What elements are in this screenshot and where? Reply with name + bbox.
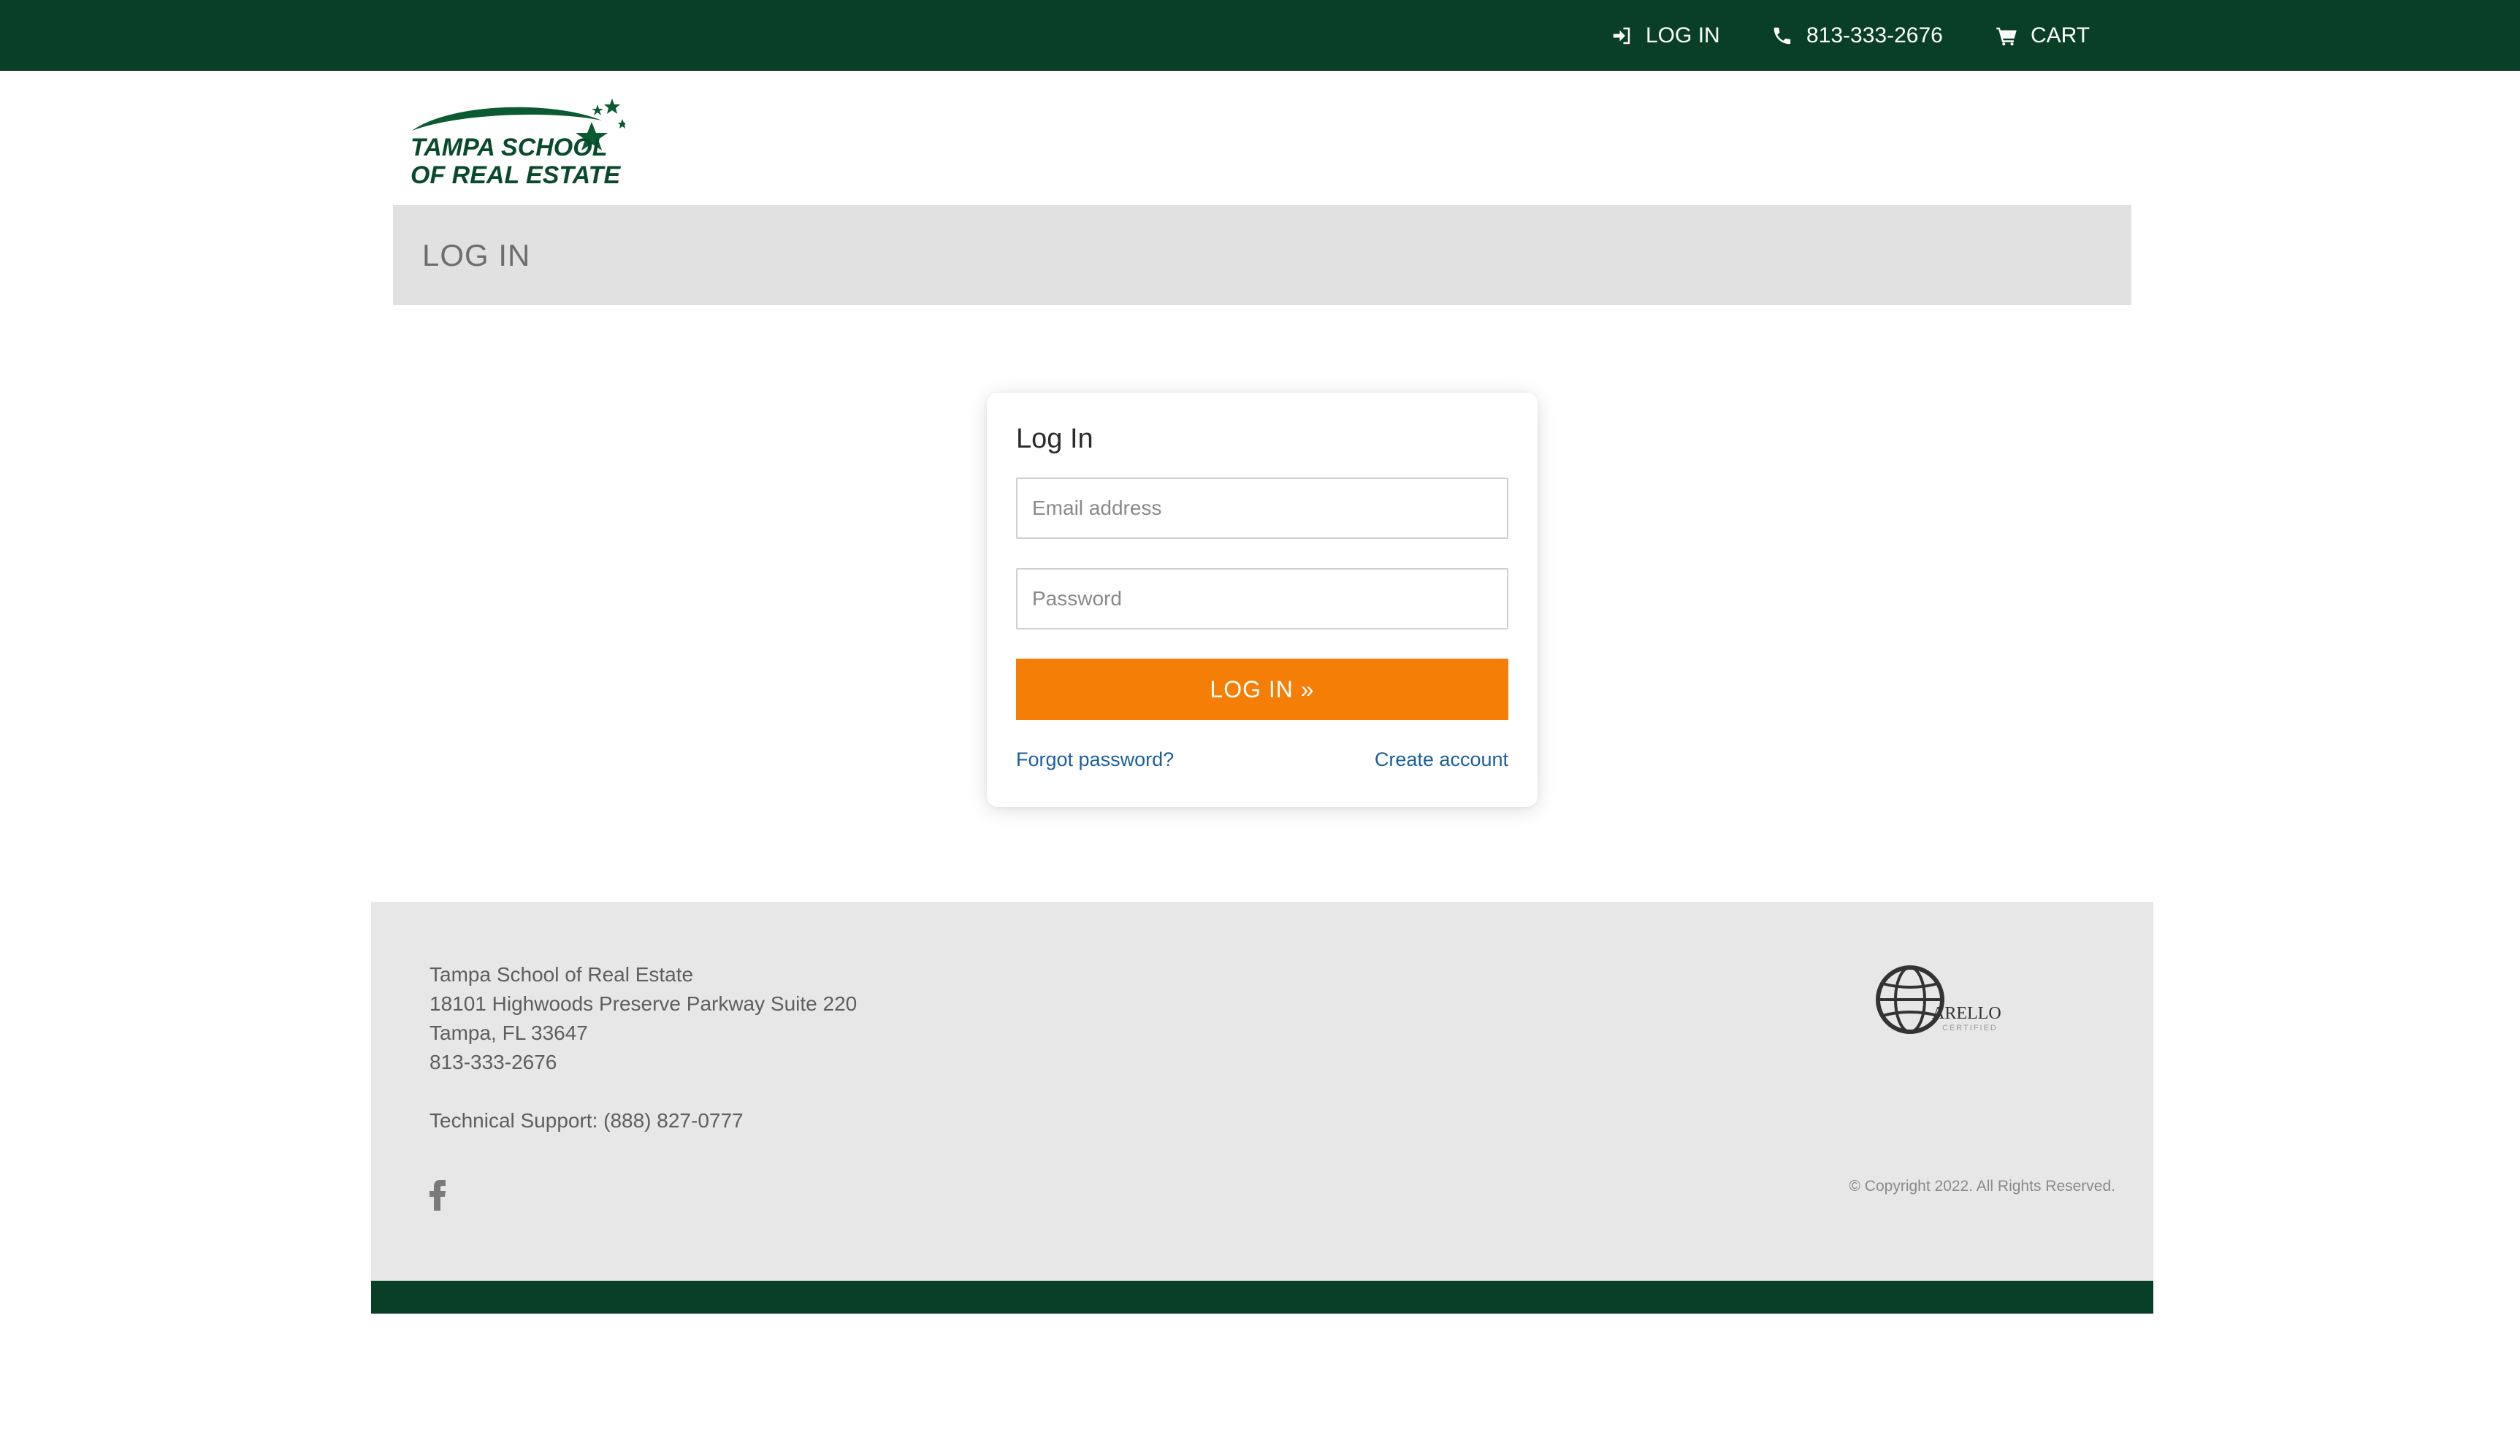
cart-icon <box>1996 25 2017 47</box>
top-bar: LOG IN 813-333-2676 CART <box>0 0 2520 71</box>
footer-company: Tampa School of Real Estate <box>429 963 694 986</box>
password-field[interactable] <box>1016 568 1508 629</box>
login-card: Log In LOG IN » Forgot password? Create … <box>987 393 1538 807</box>
top-login-label: LOG IN <box>1646 23 1720 47</box>
page-title-bar: LOG IN <box>393 205 2131 305</box>
forgot-password-link[interactable]: Forgot password? <box>1016 748 1174 771</box>
email-field[interactable] <box>1016 478 1508 539</box>
footer-bottom-bar <box>371 1281 2153 1314</box>
top-cart-link[interactable]: CART <box>1996 0 2090 71</box>
create-account-link[interactable]: Create account <box>1375 748 1508 771</box>
arello-badge-subtext: CERTIFIED <box>1942 1024 1998 1032</box>
footer-street: 18101 Highwoods Preserve Parkway Suite 2… <box>429 992 858 1015</box>
footer-phone: 813-333-2676 <box>429 1051 557 1073</box>
top-phone-link[interactable]: 813-333-2676 <box>1771 0 1943 71</box>
copyright-text: © Copyright 2022. All Rights Reserved. <box>1849 1178 2116 1195</box>
top-cart-label: CART <box>2031 23 2091 47</box>
footer-support: Technical Support: (888) 827-0777 <box>429 1109 744 1132</box>
site-logo[interactable]: TAMPA SCHOOL OF REAL ESTATE <box>406 93 627 189</box>
phone-icon <box>1771 25 1793 47</box>
logo-line2: OF REAL ESTATE <box>411 161 621 188</box>
login-submit-button[interactable]: LOG IN » <box>1016 659 1508 720</box>
sign-in-icon <box>1611 25 1633 47</box>
arello-certified-badge: ARELLO CERTIFIED <box>1872 962 2004 1042</box>
login-heading: Log In <box>1016 424 1093 454</box>
arello-badge-text: ARELLO <box>1932 1004 2001 1023</box>
facebook-icon[interactable] <box>429 1180 447 1211</box>
footer-city: Tampa, FL 33647 <box>429 1022 588 1044</box>
footer-address: Tampa School of Real Estate 18101 Highwo… <box>429 960 857 1135</box>
footer: Tampa School of Real Estate 18101 Highwo… <box>371 902 2153 1281</box>
top-login-link[interactable]: LOG IN <box>1611 0 1720 71</box>
page-title: LOG IN <box>422 238 531 272</box>
top-phone-label: 813-333-2676 <box>1806 23 1943 47</box>
footer-spacer <box>429 1077 857 1106</box>
logo-line1: TAMPA SCHOOL <box>411 134 607 161</box>
